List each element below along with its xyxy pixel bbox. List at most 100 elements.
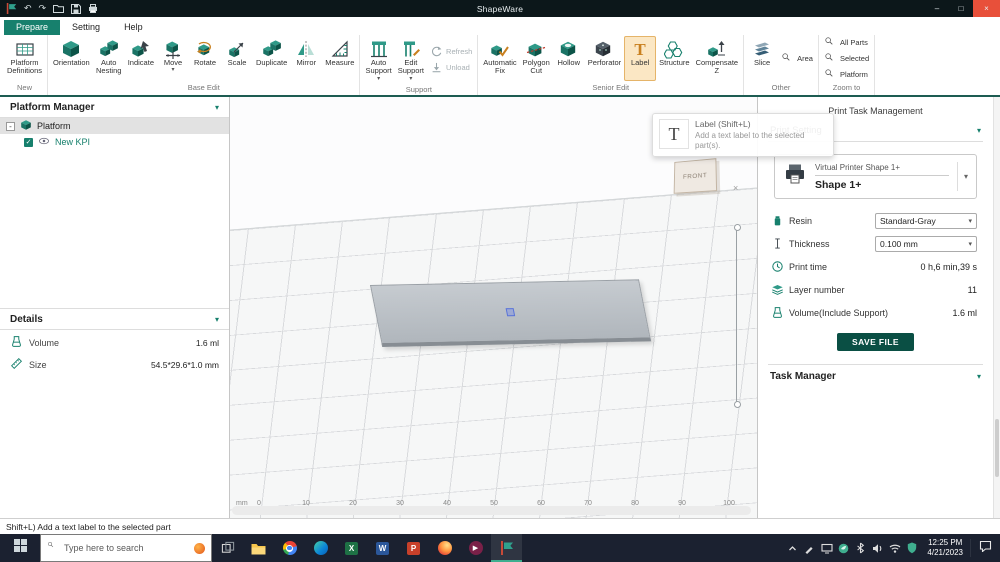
print-time-clock-icon	[770, 260, 785, 273]
collapse-chevron-icon[interactable]: ▾	[215, 103, 219, 112]
bluetooth-icon[interactable]	[852, 542, 869, 554]
print-icon[interactable]	[88, 4, 98, 13]
duplicate-button[interactable]: Duplicate	[253, 36, 290, 81]
edge-icon[interactable]	[305, 534, 336, 562]
edit-support-button[interactable]: Edit Support▾	[395, 36, 427, 83]
action-center-button[interactable]	[970, 539, 1000, 557]
view-cube[interactable]: FRONT	[674, 158, 717, 194]
mirror-button[interactable]: Mirror	[290, 36, 322, 81]
structure-honeycomb-icon	[664, 38, 684, 59]
printer-name: Virtual Printer Shape 1+	[815, 163, 949, 176]
zoom-platform-button[interactable]: Platform	[824, 68, 869, 81]
platform-definitions-button[interactable]: Platform Definitions	[4, 36, 45, 81]
menu-tabs: PrepareSettingHelp	[0, 17, 1000, 35]
orientation-button[interactable]: Orientation	[50, 36, 93, 81]
tab-setting[interactable]: Setting	[60, 20, 112, 35]
zoom-selected-button[interactable]: Selected	[824, 52, 869, 65]
shield-icon[interactable]	[903, 542, 920, 554]
eye-icon[interactable]	[38, 135, 50, 149]
pen-icon[interactable]	[801, 543, 818, 554]
ruler-tick: 10	[302, 500, 310, 507]
window-title: ShapeWare	[190, 4, 810, 14]
save-icon[interactable]	[71, 4, 81, 14]
firefox-icon[interactable]	[429, 534, 460, 562]
details-chevron-icon[interactable]: ▾	[215, 315, 219, 324]
polygon-cut-button[interactable]: Polygon Cut	[520, 36, 553, 81]
taskbar-clock[interactable]: 12:25 PM 4/21/2023	[920, 538, 970, 559]
auto-nesting-button[interactable]: Auto Nesting	[93, 36, 125, 81]
task-view-icon[interactable]	[212, 534, 243, 562]
perforator-icon	[594, 38, 614, 59]
undo-icon[interactable]: ↶	[24, 4, 32, 13]
rotate-button[interactable]: Rotate	[189, 36, 221, 81]
status-text: Shift+L) Add a text label to the selecte…	[6, 522, 171, 532]
compensate-z-button[interactable]: Compensate Z	[693, 36, 742, 81]
measure-icon	[330, 38, 350, 59]
scale-button[interactable]: Scale	[221, 36, 253, 81]
visibility-checkbox[interactable]: ✓	[24, 138, 33, 147]
selection-handle[interactable]	[506, 308, 516, 316]
taskbar-app-icons: XWP ▶	[212, 534, 522, 562]
scrollbar-thumb[interactable]	[995, 419, 999, 477]
model-part[interactable]	[370, 279, 651, 347]
save-file-button[interactable]: SAVE FILE	[837, 333, 914, 351]
powerpoint-icon[interactable]: P	[398, 534, 429, 562]
hidden-icons-caret[interactable]	[784, 543, 801, 554]
compensate-z-icon	[707, 38, 727, 59]
print-setting-chevron-icon[interactable]: ▾	[977, 126, 981, 135]
network-icon[interactable]	[886, 543, 903, 553]
main-area: Platform Manager ▾ - Platform ✓ New KPI …	[0, 97, 1000, 518]
area-magnifier-icon	[781, 52, 794, 65]
file-explorer-icon[interactable]	[243, 534, 274, 562]
thickness-select[interactable]: 0.100 mm▾	[875, 236, 977, 252]
tab-prepare[interactable]: Prepare	[4, 20, 60, 35]
tree-item-platform[interactable]: - Platform	[0, 118, 229, 134]
auto-support-button[interactable]: Auto Support▾	[362, 36, 394, 83]
automatic-fix-button[interactable]: Automatic Fix	[480, 36, 519, 81]
view-cube-close-icon[interactable]: ×	[733, 183, 738, 193]
tab-help[interactable]: Help	[112, 20, 155, 35]
task-manager-chevron-icon[interactable]: ▾	[977, 372, 981, 381]
app-logo-icon[interactable]	[6, 3, 17, 14]
tree-item-new-kpi[interactable]: ✓ New KPI	[0, 134, 229, 150]
hollow-button[interactable]: Hollow	[553, 36, 585, 81]
details-title: Details	[10, 314, 43, 325]
monitor-icon[interactable]	[818, 543, 835, 554]
maximize-button[interactable]: □	[949, 0, 973, 17]
media-player-icon[interactable]: ▶	[460, 534, 491, 562]
slice-button[interactable]: Slice	[746, 36, 778, 81]
system-tray: 12:25 PM 4/21/2023	[784, 534, 1000, 562]
area-button[interactable]: Area	[781, 52, 813, 65]
taskbar-search-input[interactable]: Type here to search	[40, 534, 212, 562]
ribbon-group-label: Senior Edit	[480, 81, 741, 95]
printer-selector[interactable]: Virtual Printer Shape 1+ Shape 1+ ▾	[774, 154, 977, 199]
viewport-3d[interactable]: FRONT × mm 0102030405060708090100	[230, 97, 757, 518]
eco-icon[interactable]	[835, 543, 852, 554]
task-manager-section[interactable]: Task Manager ▾	[768, 364, 983, 382]
structure-button[interactable]: Structure	[656, 36, 692, 81]
zoom-all-parts-button[interactable]: All Parts	[824, 36, 869, 49]
word-icon[interactable]: W	[367, 534, 398, 562]
size-ruler-icon	[10, 357, 23, 372]
resin-select[interactable]: Standard-Gray▾	[875, 213, 977, 229]
close-button[interactable]: ×	[973, 0, 1000, 17]
excel-icon[interactable]: X	[336, 534, 367, 562]
redo-icon[interactable]: ↷	[39, 4, 47, 13]
label-button[interactable]: TLabel	[624, 36, 656, 81]
label-text-icon: T	[630, 38, 650, 59]
perforator-button[interactable]: Perforator	[585, 36, 624, 81]
open-file-icon[interactable]	[53, 4, 64, 13]
measure-button[interactable]: Measure	[322, 36, 357, 81]
volume-icon[interactable]	[869, 543, 886, 554]
tree-expander-icon[interactable]: -	[6, 122, 15, 131]
right-panel-scrollbar[interactable]	[993, 97, 1000, 518]
chrome-icon[interactable]	[274, 534, 305, 562]
ribbon-group-label: Base Edit	[50, 81, 357, 95]
ruler-tick: 70	[584, 500, 592, 507]
move-button[interactable]: Move▾	[157, 36, 189, 81]
shapeware-taskbar-icon[interactable]	[491, 534, 522, 562]
printer-dropdown-caret-icon[interactable]: ▾	[957, 162, 968, 191]
minimize-button[interactable]: –	[925, 0, 949, 17]
indicate-button[interactable]: Indicate	[125, 36, 157, 81]
start-button[interactable]	[0, 534, 40, 562]
